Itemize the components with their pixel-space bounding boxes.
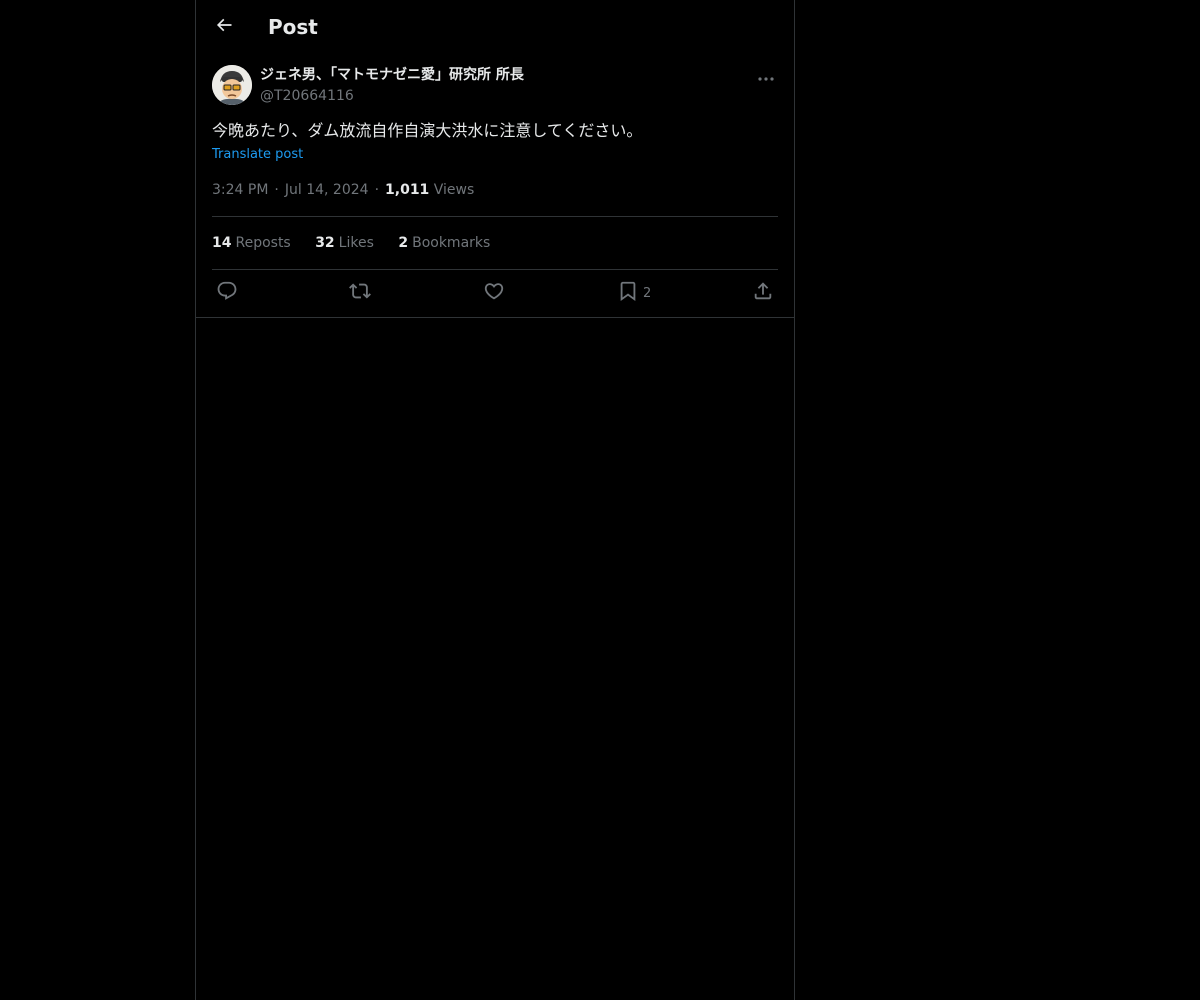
divider	[212, 269, 778, 270]
bookmarks-stat[interactable]: 2 Bookmarks	[398, 235, 490, 251]
avatar[interactable]	[212, 65, 252, 105]
views-label: Views	[433, 182, 475, 198]
arrow-left-icon	[214, 15, 234, 39]
more-options-button[interactable]	[754, 64, 778, 86]
reposts-count: 14	[212, 235, 232, 251]
reposts-label: Reposts	[235, 235, 291, 251]
post-text: 今晩あたり、ダム放流自作自演大洪水に注意してください。	[212, 121, 643, 140]
bookmarks-label: Bookmarks	[412, 235, 491, 251]
likes-stat[interactable]: 32 Likes	[315, 235, 374, 251]
header: Post	[196, 0, 794, 53]
bookmark-icon	[617, 280, 639, 306]
avatar-image	[212, 65, 252, 105]
share-icon	[752, 280, 774, 306]
post-meta: 3:24 PM · Jul 14, 2024 · 1,011 Views	[212, 182, 475, 198]
more-icon	[758, 66, 774, 85]
likes-label: Likes	[338, 235, 374, 251]
translate-post-link[interactable]: Translate post	[212, 146, 303, 164]
share-button[interactable]	[752, 280, 774, 306]
reply-icon	[216, 280, 238, 306]
display-name[interactable]: ジェネ男、「マトモナゼニ愛」研究所 所長	[260, 64, 524, 86]
likes-count: 32	[315, 235, 335, 251]
action-bar: 2	[212, 280, 778, 306]
user-handle[interactable]: @T20664116	[260, 86, 524, 106]
reposts-stat[interactable]: 14 Reposts	[212, 235, 291, 251]
divider	[212, 216, 778, 217]
repost-button[interactable]	[349, 280, 371, 306]
bookmark-button[interactable]: 2	[617, 280, 651, 306]
main-column: Post ジェネ男、「マトモナゼニ愛」研究所 所長 @T20664116 今晩あ…	[195, 0, 795, 1000]
repost-icon	[349, 280, 371, 306]
page-title: Post	[268, 15, 318, 39]
reply-button[interactable]	[216, 280, 238, 306]
author-names: ジェネ男、「マトモナゼニ愛」研究所 所長 @T20664116	[260, 64, 524, 106]
views-count: 1,011	[385, 182, 430, 198]
post-bottom-divider	[196, 317, 794, 318]
back-button[interactable]	[208, 11, 240, 43]
like-button[interactable]	[483, 280, 505, 306]
post-stats: 14 Reposts 32 Likes 2 Bookmarks	[212, 233, 510, 253]
heart-icon	[483, 280, 505, 306]
bookmark-count: 2	[643, 285, 652, 301]
post-time[interactable]: 3:24 PM	[212, 182, 268, 198]
post-date[interactable]: Jul 14, 2024	[285, 182, 369, 198]
bookmarks-count: 2	[398, 235, 409, 251]
